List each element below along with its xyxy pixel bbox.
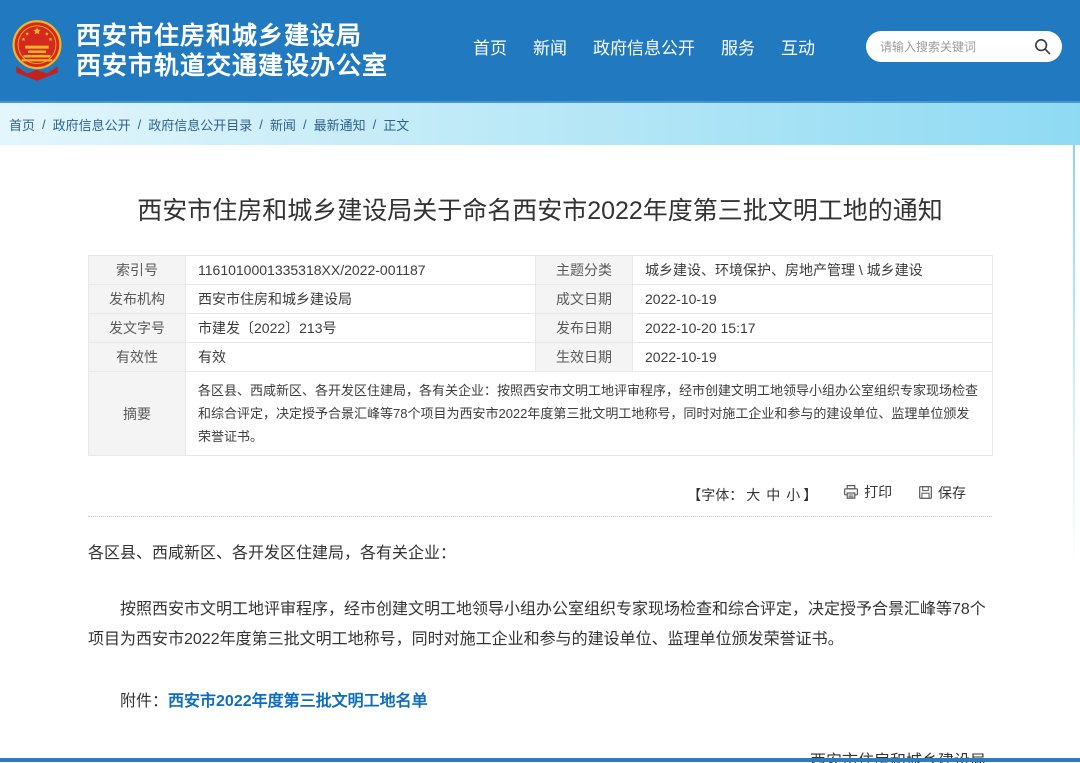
site-title-line1: 西安市住房和城乡建设局: [76, 21, 388, 51]
font-size-large-button[interactable]: 大: [746, 487, 760, 503]
body-paragraph: 按照西安市文明工地评审程序，经市创建文明工地领导小组办公室组织专家现场检查和综合…: [88, 595, 992, 655]
print-button[interactable]: 打印: [843, 482, 892, 502]
meta-label-doc-number: 发文字号: [89, 314, 186, 343]
breadcrumb-item-gov-info[interactable]: 政府信息公开: [53, 115, 131, 134]
breadcrumb-separator: /: [259, 117, 263, 132]
breadcrumb-item-home[interactable]: 首页: [9, 115, 35, 134]
breadcrumb: 首页 / 政府信息公开 / 政府信息公开目录 / 新闻 / 最新通知 / 正文: [0, 103, 1080, 145]
save-button[interactable]: 保存: [918, 483, 966, 503]
page-right-border: [1073, 145, 1075, 565]
meta-value-written-date: 2022-10-19: [633, 285, 993, 314]
search-icon[interactable]: [1033, 37, 1052, 56]
breadcrumb-separator: /: [42, 117, 46, 132]
meta-row: 发文字号 市建发〔2022〕213号 发布日期 2022-10-20 15:17: [89, 314, 993, 343]
font-size-small-button[interactable]: 小: [786, 487, 800, 503]
meta-value-doc-number: 市建发〔2022〕213号: [186, 314, 536, 343]
national-emblem-logo: [10, 19, 64, 83]
font-size-label-suffix: 】: [803, 487, 817, 503]
font-size-label-prefix: 【字体：: [687, 487, 743, 503]
article-tools: 【字体：大中小】 打印: [88, 482, 992, 505]
doc-meta-table: 索引号 1161010001335318XX/2022-001187 主题分类 …: [88, 255, 993, 456]
print-button-label: 打印: [864, 482, 892, 502]
meta-value-publish-date: 2022-10-20 15:17: [633, 314, 993, 343]
nav-item-news[interactable]: 新闻: [533, 34, 567, 59]
floppy-save-icon: [918, 485, 933, 500]
meta-row: 有效性 有效 生效日期 2022-10-19: [89, 343, 993, 372]
meta-value-summary: 各区县、西咸新区、各开发区住建局，各有关企业：按照西安市文明工地评审程序，经市创…: [186, 372, 993, 456]
search-box[interactable]: [866, 31, 1062, 62]
page-title: 西安市住房和城乡建设局关于命名西安市2022年度第三批文明工地的通知: [88, 191, 992, 227]
attachment-line: 附件：西安市2022年度第三批文明工地名单: [88, 687, 992, 711]
site-title: 西安市住房和城乡建设局 西安市轨道交通建设办公室: [76, 21, 388, 81]
meta-label-topic-category: 主题分类: [536, 256, 633, 285]
meta-summary-row: 摘要 各区县、西咸新区、各开发区住建局，各有关企业：按照西安市文明工地评审程序，…: [89, 372, 993, 456]
breadcrumb-separator: /: [373, 117, 377, 132]
breadcrumb-item-gov-info-catalog[interactable]: 政府信息公开目录: [148, 115, 252, 134]
site-title-line2: 西安市轨道交通建设办公室: [76, 51, 388, 81]
article: 西安市住房和城乡建设局关于命名西安市2022年度第三批文明工地的通知 索引号 1…: [0, 191, 1080, 763]
meta-value-validity: 有效: [186, 343, 536, 372]
meta-label-summary: 摘要: [89, 372, 186, 456]
meta-label-index-no: 索引号: [89, 256, 186, 285]
meta-label-effective-date: 生效日期: [536, 343, 633, 372]
site-brand[interactable]: 西安市住房和城乡建设局 西安市轨道交通建设办公室: [10, 19, 388, 83]
meta-label-written-date: 成文日期: [536, 285, 633, 314]
nav-item-services[interactable]: 服务: [721, 34, 755, 59]
save-button-label: 保存: [938, 483, 966, 503]
meta-value-issuing-agency: 西安市住房和城乡建设局: [186, 285, 536, 314]
printer-icon: [843, 484, 859, 500]
breadcrumb-item-latest-notices[interactable]: 最新通知: [314, 115, 366, 134]
site-header: 西安市住房和城乡建设局 西安市轨道交通建设办公室 首页 新闻 政府信息公开 服务…: [0, 0, 1080, 103]
meta-value-index-no: 1161010001335318XX/2022-001187: [186, 256, 536, 285]
breadcrumb-separator: /: [138, 117, 142, 132]
nav-item-gov-info[interactable]: 政府信息公开: [593, 34, 695, 59]
search-input[interactable]: [880, 40, 1033, 54]
attachment-link[interactable]: 西安市2022年度第三批文明工地名单: [168, 693, 428, 710]
page: 西安市住房和城乡建设局 西安市轨道交通建设办公室 首页 新闻 政府信息公开 服务…: [0, 0, 1080, 763]
meta-row: 发布机构 西安市住房和城乡建设局 成文日期 2022-10-19: [89, 285, 993, 314]
salutation: 各区县、西咸新区、各开发区住建局，各有关企业：: [88, 539, 992, 569]
meta-value-effective-date: 2022-10-19: [633, 343, 993, 372]
divider-dotted: [88, 516, 992, 517]
meta-label-issuing-agency: 发布机构: [89, 285, 186, 314]
breadcrumb-item-current: 正文: [383, 115, 409, 134]
meta-label-validity: 有效性: [89, 343, 186, 372]
meta-value-topic-category: 城乡建设、环境保护、房地产管理 \ 城乡建设: [633, 256, 993, 285]
meta-row: 索引号 1161010001335318XX/2022-001187 主题分类 …: [89, 256, 993, 285]
footer-divider: [0, 758, 1080, 762]
attachment-label: 附件：: [120, 693, 168, 710]
nav-item-home[interactable]: 首页: [473, 34, 507, 59]
main-nav: 首页 新闻 政府信息公开 服务 互动: [473, 34, 815, 59]
nav-item-interact[interactable]: 互动: [781, 34, 815, 59]
font-size-medium-button[interactable]: 中: [766, 487, 780, 503]
breadcrumb-separator: /: [303, 117, 307, 132]
breadcrumb-item-news[interactable]: 新闻: [270, 115, 296, 134]
meta-label-publish-date: 发布日期: [536, 314, 633, 343]
